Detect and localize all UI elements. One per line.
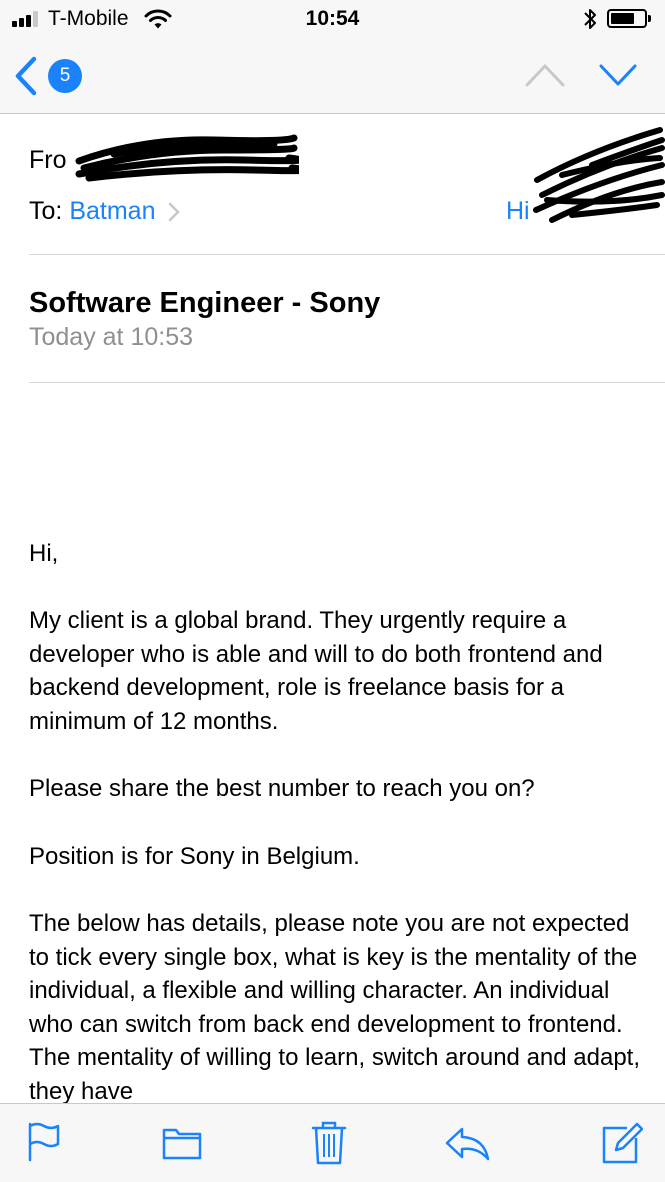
status-bar: T-Mobile 10:54: [0, 0, 665, 40]
trash-icon[interactable]: [311, 1120, 347, 1166]
compose-icon[interactable]: [601, 1120, 643, 1164]
to-label: To:: [29, 197, 63, 225]
email-subject: Software Engineer - Sony: [29, 287, 381, 319]
navigation-bar: 5: [0, 40, 665, 114]
flag-icon[interactable]: [27, 1122, 61, 1162]
body-paragraph: The below has details, please note you a…: [29, 910, 641, 1105]
divider: [29, 382, 665, 383]
body-paragraph: Please share the best number to reach yo…: [29, 775, 535, 802]
status-time: 10:54: [305, 7, 360, 30]
reply-icon[interactable]: [444, 1126, 492, 1162]
divider: [29, 254, 665, 255]
body-paragraph: Hi,: [29, 540, 59, 567]
hide-details-link[interactable]: Hi: [506, 197, 530, 226]
chevron-right-icon: [169, 203, 181, 222]
recipient-link[interactable]: Batman: [69, 197, 155, 225]
chevron-down-icon[interactable]: [598, 62, 638, 88]
bluetooth-icon: [584, 9, 596, 29]
chevron-up-icon[interactable]: [524, 62, 566, 88]
email-date: Today at 10:53: [29, 323, 194, 351]
redaction-scribble-right: [533, 127, 665, 223]
unread-count-badge[interactable]: 5: [48, 59, 82, 93]
redaction-scribble: [75, 134, 299, 182]
from-label: Fro: [29, 146, 67, 174]
to-row: To: Batman: [29, 197, 181, 226]
body-paragraph: My client is a global brand. They urgent…: [29, 607, 603, 735]
back-chevron-icon[interactable]: [12, 56, 42, 96]
folder-icon[interactable]: [162, 1126, 202, 1160]
bottom-toolbar: [0, 1103, 665, 1182]
battery-icon: [607, 9, 651, 28]
body-paragraph: Position is for Sony in Belgium.: [29, 843, 360, 870]
